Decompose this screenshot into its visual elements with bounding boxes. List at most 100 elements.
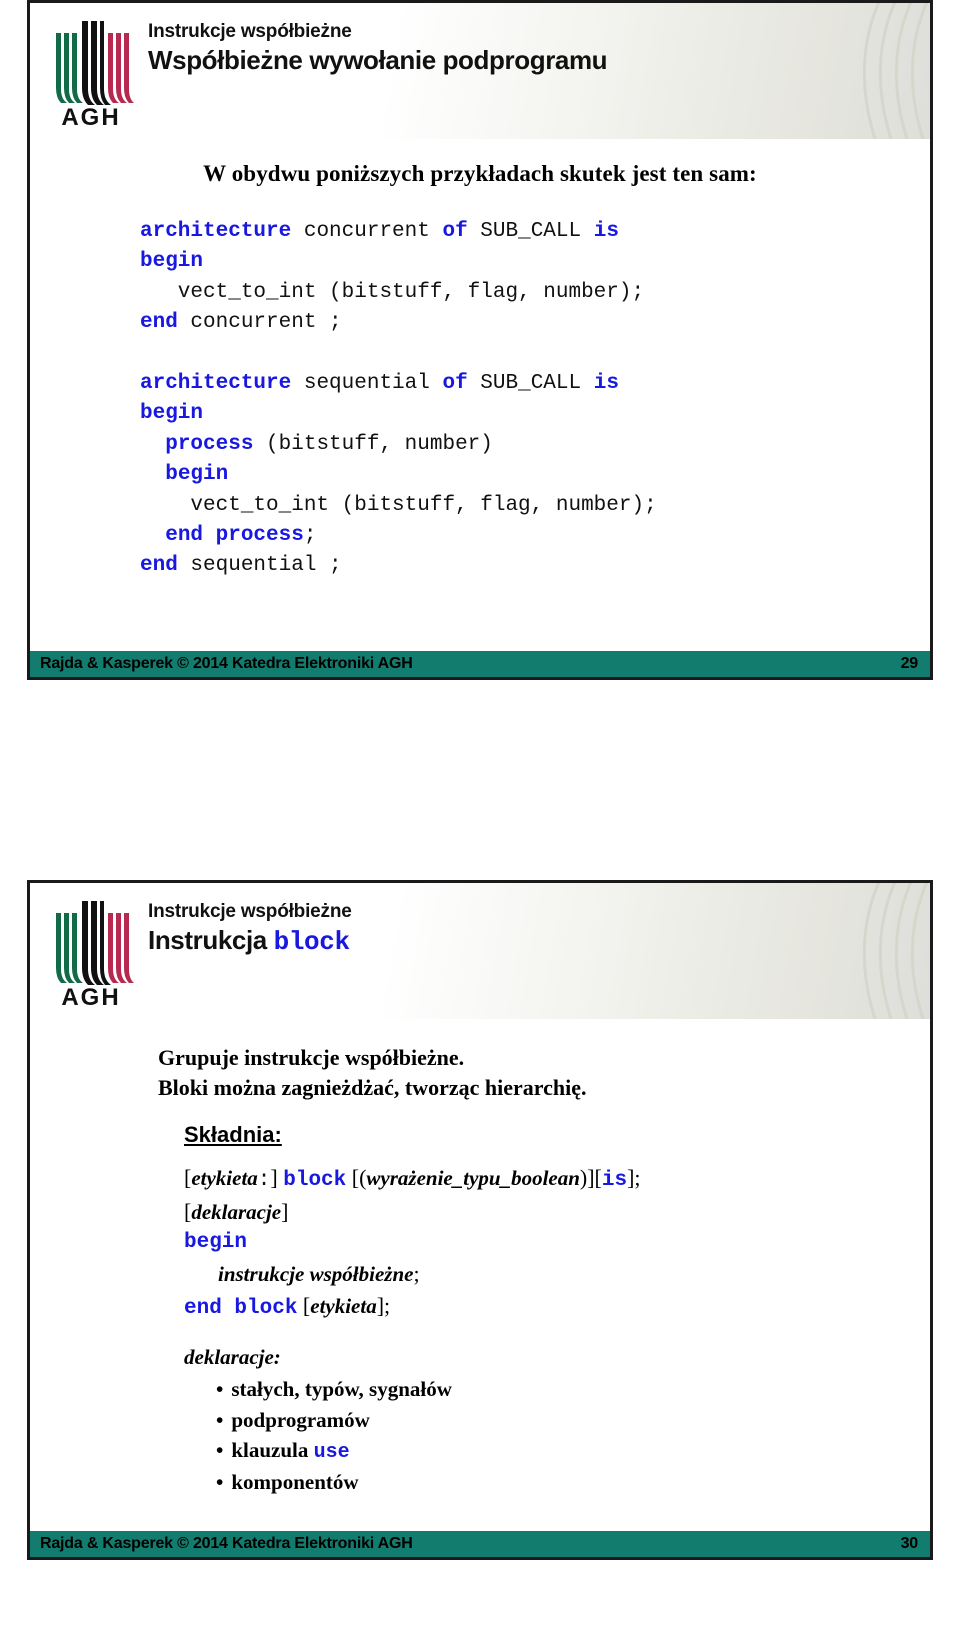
code-text: (bitstuff, number) <box>253 432 493 456</box>
code-block-concurrent: architecture concurrent of SUB_CALL is be… <box>140 217 912 339</box>
code-keyword: end <box>140 554 178 578</box>
footer-credit: Rajda & Kasperek © 2014 Katedra Elektron… <box>40 1535 413 1552</box>
code-block-sequential: architecture sequential of SUB_CALL is be… <box>140 369 912 582</box>
code-keyword: end <box>140 311 178 335</box>
code-text: vect_to_int (bitstuff, flag, number); <box>140 280 645 304</box>
agh-logo: AGH <box>48 895 134 1011</box>
syntax-keyword: begin <box>184 1231 248 1254</box>
code-text: sequential <box>291 371 443 395</box>
bullet-dot-icon: • <box>216 1438 224 1463</box>
code-line: architecture concurrent of SUB_CALL is <box>140 217 912 247</box>
slide-29-title: Współbieżne wywołanie podprogramu <box>148 44 608 75</box>
slide-page-30: AGH Instrukcje współbieżne Instrukcja bl… <box>0 880 960 1560</box>
bullet-use-clause: • klauzula use <box>216 1435 912 1467</box>
bullet-keyword: use <box>313 1441 350 1465</box>
footer-credit: Rajda & Kasperek © 2014 Katedra Elektron… <box>40 655 413 672</box>
code-text: sequential ; <box>177 554 342 578</box>
syntax-keyword: block <box>283 1169 347 1193</box>
code-keyword: begin <box>140 402 204 426</box>
slide-29-header: AGH Instrukcje współbieżne Współbieżne w… <box>30 3 930 139</box>
code-keyword: of <box>442 371 468 395</box>
syntax-line-block-header: [etykieta:] block [(wyrażenie_typu_boole… <box>184 1162 912 1196</box>
code-keyword: process <box>165 432 254 456</box>
code-line: vect_to_int (bitstuff, flag, number); <box>140 278 912 308</box>
syntax-line-declarations: [deklaracje] <box>184 1196 912 1228</box>
code-keyword: is <box>593 220 619 243</box>
bullet-dot-icon: • <box>216 1470 224 1495</box>
svg-text:AGH: AGH <box>61 104 120 131</box>
slide-29-lead-text: W obydwu poniższych przykładach skutek j… <box>203 161 757 186</box>
syntax-punctuation: ]; <box>376 1292 391 1318</box>
syntax-punctuation: )][ <box>579 1165 602 1191</box>
slide-30-header: AGH Instrukcje współbieżne Instrukcja bl… <box>30 883 930 1019</box>
bullet-constants-types-signals: • stałych, typów, sygnałów <box>216 1374 912 1404</box>
code-text: concurrent <box>291 220 443 243</box>
slide-30-kicker: Instrukcje współbieżne <box>148 901 352 922</box>
slide-29: AGH Instrukcje współbieżne Współbieżne w… <box>27 0 933 680</box>
code-line: end sequential ; <box>140 551 912 581</box>
code-keyword: of <box>442 220 468 243</box>
code-line: architecture sequential of SUB_CALL is <box>140 369 912 399</box>
footer-page-number: 29 <box>900 655 919 672</box>
code-text: SUB_CALL <box>467 371 594 395</box>
slide-30-title: Instrukcja block <box>148 925 352 958</box>
code-keyword: architecture <box>140 371 292 395</box>
bullet-subprograms: • podprogramów <box>216 1405 912 1435</box>
section-title-syntax: Składnia: <box>184 1122 282 1148</box>
bullet-dot-icon: • <box>216 1377 224 1402</box>
syntax-punctuation: : <box>257 1169 271 1193</box>
bullet-components: • komponentów <box>216 1467 912 1497</box>
code-keyword: architecture <box>140 220 292 243</box>
slide-30-body: Grupuje instrukcje współbieżne. Bloki mo… <box>30 1043 930 1498</box>
bullet-label: klauzula <box>231 1438 314 1463</box>
syntax-placeholder: deklaracje <box>191 1200 282 1225</box>
syntax-punctuation: ; <box>413 1260 420 1286</box>
bullet-label: stałych, typów, sygnałów <box>231 1377 452 1402</box>
code-keyword: end process <box>165 523 304 547</box>
svg-text:AGH: AGH <box>61 984 120 1011</box>
syntax-punctuation: [ <box>297 1292 311 1318</box>
syntax-line-begin: begin <box>184 1228 912 1258</box>
bullet-label: komponentów <box>231 1470 359 1495</box>
slide-30-footer: Rajda & Kasperek © 2014 Katedra Elektron… <box>30 1531 930 1557</box>
syntax-placeholder: wyrażenie_typu_boolean <box>366 1166 580 1191</box>
syntax-line-end-block: end block [etykieta]; <box>184 1290 912 1324</box>
code-keyword: is <box>593 371 619 395</box>
syntax-punctuation: ]; <box>627 1165 641 1191</box>
syntax-definition-block: [etykieta:] block [(wyrażenie_typu_boole… <box>184 1162 912 1323</box>
slide-30-header-text: Instrukcje współbieżne Instrukcja block <box>148 901 352 958</box>
syntax-punctuation: [( <box>346 1165 367 1191</box>
syntax-keyword: is <box>601 1169 628 1193</box>
footer-page-number: 30 <box>900 1535 919 1552</box>
slide-page-29: AGH Instrukcje współbieżne Współbieżne w… <box>0 0 960 680</box>
paragraph-nesting: Bloki można zagnieżdżać, tworząc hierarc… <box>158 1074 587 1100</box>
agh-logo: AGH <box>48 15 134 131</box>
slide-30-title-plain: Instrukcja <box>148 924 274 955</box>
syntax-line-statements: instrukcje współbieżne; <box>184 1258 912 1290</box>
code-line: begin <box>140 247 912 277</box>
code-line: vect_to_int (bitstuff, flag, number); <box>140 491 912 521</box>
slide-29-footer: Rajda & Kasperek © 2014 Katedra Elektron… <box>30 651 930 677</box>
syntax-placeholder: etykieta <box>191 1166 258 1191</box>
slide-29-header-text: Instrukcje współbieżne Współbieżne wywoł… <box>148 21 608 76</box>
code-text: ; <box>303 523 317 547</box>
bullet-dot-icon: • <box>216 1407 224 1432</box>
code-text: SUB_CALL <box>467 220 594 243</box>
code-line: process (bitstuff, number) <box>140 430 912 460</box>
slide-gap <box>0 680 960 880</box>
syntax-keyword: end block <box>184 1296 298 1320</box>
syntax-placeholder: etykieta <box>310 1293 377 1318</box>
slide-29-body: W obydwu poniższych przykładach skutek j… <box>30 161 930 582</box>
declarations-heading: deklaracje: <box>184 1345 281 1370</box>
code-keyword: begin <box>165 463 229 487</box>
code-text: vect_to_int (bitstuff, flag, number); <box>140 493 657 517</box>
header-swoosh-decoration <box>700 883 930 1019</box>
code-line: end concurrent ; <box>140 308 912 338</box>
syntax-placeholder: instrukcje współbieżne <box>218 1261 414 1286</box>
code-line: begin <box>140 399 912 429</box>
header-swoosh-decoration <box>700 3 930 139</box>
declarations-bullet-list: • stałych, typów, sygnałów • podprogramów • k… <box>216 1374 912 1497</box>
